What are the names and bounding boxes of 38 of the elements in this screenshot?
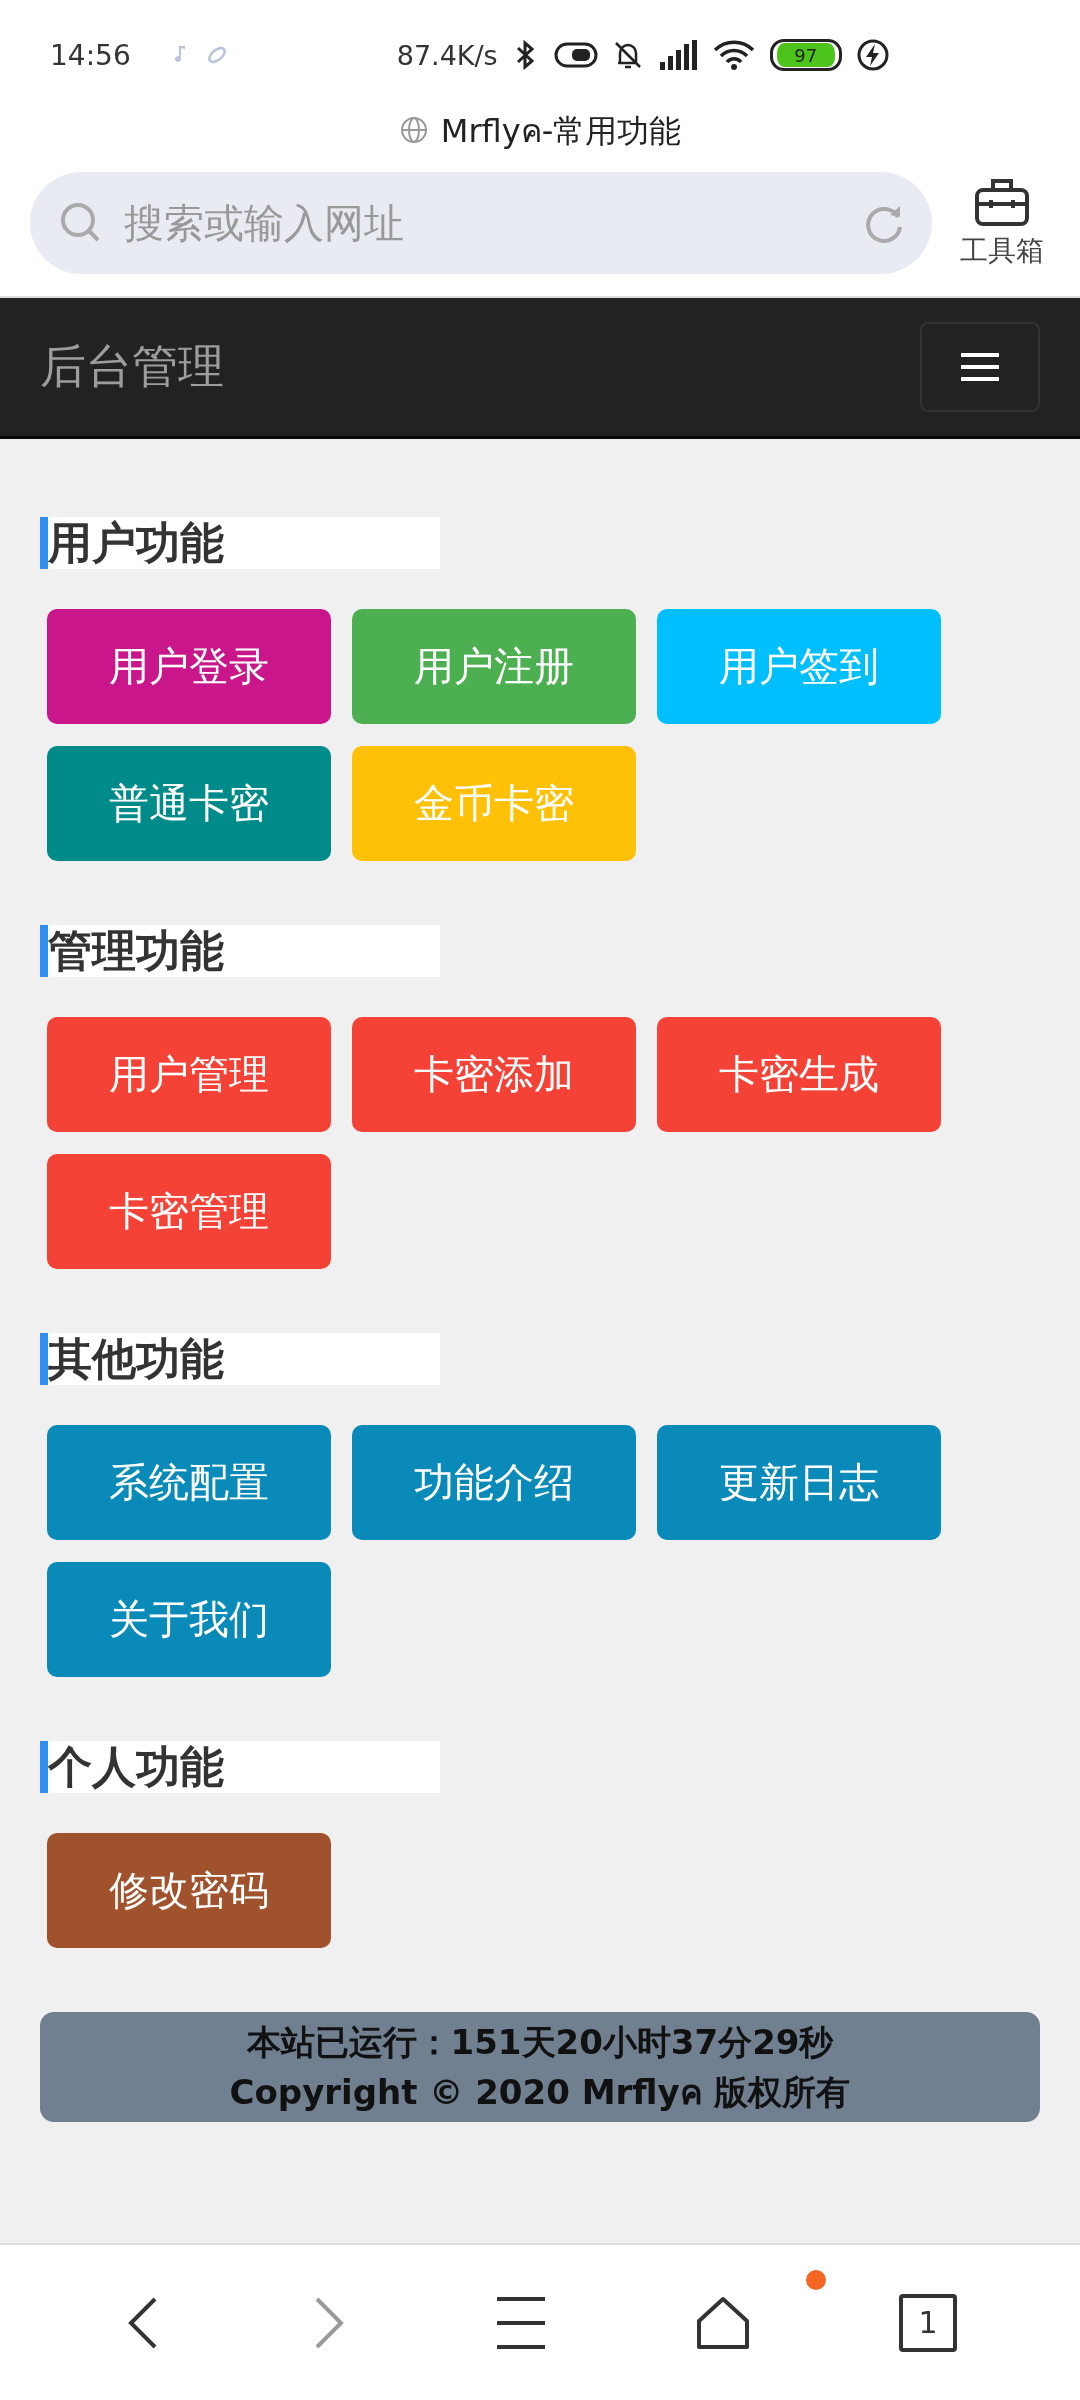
- footer-text: 本站已运行：151天20小时37分29秒: [246, 2021, 834, 2064]
- function-button[interactable]: 用户签到: [657, 609, 941, 724]
- section-heading: 管理功能: [40, 925, 440, 977]
- cell-signal-icon: [657, 38, 698, 72]
- function-button[interactable]: 功能介绍: [352, 1425, 636, 1540]
- footer-text: Copyright © 2020 Mrflyค 版权所有: [229, 2071, 851, 2114]
- function-button[interactable]: 系统配置: [47, 1425, 331, 1540]
- menu-icon[interactable]: [495, 2294, 547, 2351]
- section-heading: 个人功能: [40, 1741, 440, 1793]
- function-button[interactable]: 关于我们: [47, 1562, 331, 1677]
- function-button[interactable]: 卡密生成: [657, 1017, 941, 1132]
- menu-icon: [959, 352, 1001, 382]
- notification-dot-icon: [805, 2269, 827, 2291]
- function-button[interactable]: 普通卡密: [47, 746, 331, 861]
- globe-icon: [398, 115, 429, 145]
- search-bar[interactable]: 搜索或输入网址: [30, 172, 932, 274]
- function-button[interactable]: 修改密码: [47, 1833, 331, 1948]
- wifi-icon: [711, 38, 756, 72]
- function-button[interactable]: 用户管理: [47, 1017, 331, 1132]
- page-title: Mrflyค-常用功能: [440, 110, 682, 152]
- function-button[interactable]: 更新日志: [657, 1425, 941, 1540]
- search-input[interactable]: 搜索或输入网址: [122, 199, 842, 247]
- function-button[interactable]: 用户登录: [47, 609, 331, 724]
- section-heading: 用户功能: [40, 517, 440, 569]
- toolbox-button[interactable]: 工具箱: [960, 176, 1044, 270]
- function-button[interactable]: 用户注册: [352, 609, 636, 724]
- tabs-button[interactable]: 1: [899, 2293, 957, 2352]
- network-speed: 87.4K/s: [396, 39, 498, 71]
- charging-bolt-icon: [855, 38, 890, 72]
- function-button[interactable]: 卡密管理: [47, 1154, 331, 1269]
- menu-button[interactable]: [920, 322, 1040, 412]
- brand-title[interactable]: 后台管理: [40, 336, 224, 398]
- function-button[interactable]: 卡密添加: [352, 1017, 636, 1132]
- toggle-icon: [553, 41, 598, 69]
- toolbox-icon: [973, 176, 1031, 228]
- section-heading: 其他功能: [40, 1333, 440, 1385]
- battery-indicator: 97: [769, 39, 842, 71]
- status-time: 14:56: [50, 38, 131, 72]
